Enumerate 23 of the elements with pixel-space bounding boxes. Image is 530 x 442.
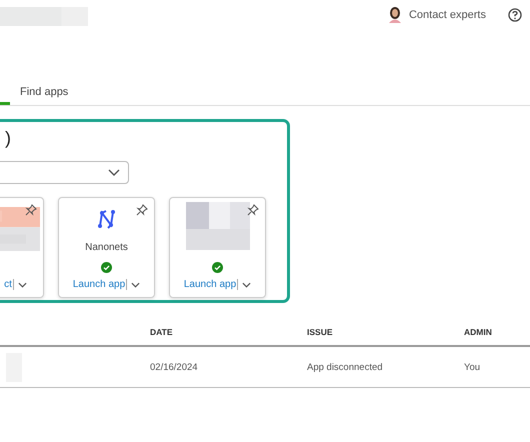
launch-link[interactable]: Launch app (184, 279, 236, 290)
person-avatar-icon (388, 7, 402, 23)
launch-link[interactable]: ct (4, 279, 12, 290)
column-header: ADMIN (464, 323, 530, 346)
help-icon[interactable] (508, 8, 522, 22)
chevron-down-icon (108, 168, 120, 176)
column-header: DATE (150, 323, 307, 346)
chevron-down-icon[interactable] (131, 282, 140, 288)
network-logo-icon (96, 208, 118, 230)
panel-heading: ) (4, 128, 12, 150)
chevron-down-icon[interactable] (18, 282, 27, 288)
column-header: ISSUE (307, 323, 464, 346)
table-cell: You (464, 362, 480, 372)
launch-link[interactable]: Launch app (72, 279, 126, 290)
table-cell: 02/16/2024 (150, 362, 198, 372)
pin-icon[interactable] (25, 204, 37, 216)
contact-experts-link[interactable]: Contact experts (408, 9, 486, 21)
tab[interactable]: Find apps (20, 83, 68, 105)
table-cell: App disconnected (307, 362, 383, 372)
pin-icon[interactable] (247, 204, 259, 216)
app-name: Nanonets (85, 242, 128, 255)
pin-icon[interactable] (136, 204, 148, 216)
chevron-down-icon[interactable] (242, 282, 252, 288)
